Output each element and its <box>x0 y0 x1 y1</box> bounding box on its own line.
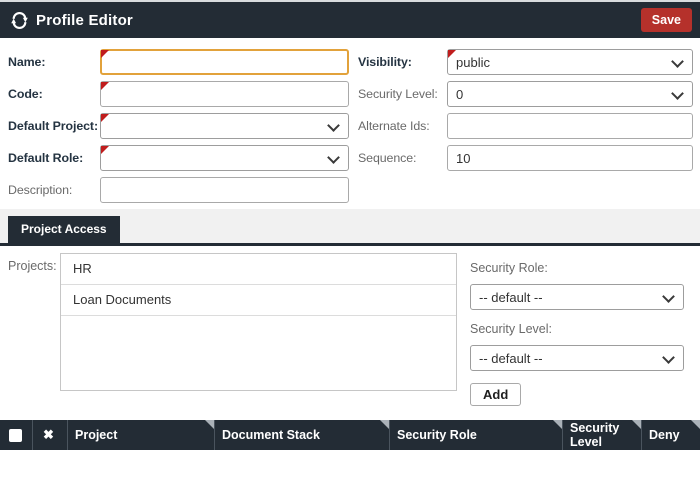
security-level-field: 0 <box>447 81 693 107</box>
name-label: Name: <box>8 55 100 69</box>
chevron-down-icon <box>671 87 684 100</box>
alternate-ids-input[interactable] <box>447 113 693 139</box>
grid-col-select-all <box>0 420 33 450</box>
profile-form: Name: Code: Default Project: Default Role: D… <box>0 38 700 209</box>
profile-editor-window: Profile Editor Save Name: Code: Default Pr… <box>0 0 700 499</box>
grid-col-security-role[interactable]: Security Role <box>390 420 563 450</box>
required-marker <box>101 50 109 58</box>
grid-col-security-level[interactable]: Security Level <box>563 420 642 450</box>
security-level-label: Security Level: <box>470 322 684 336</box>
description-input[interactable] <box>100 177 349 203</box>
name-input[interactable] <box>100 49 349 75</box>
access-controls: Security Role: -- default -- Security Le… <box>470 261 684 406</box>
form-row-name: Name: <box>8 49 349 75</box>
visibility-label: Visibility: <box>358 55 447 69</box>
tab-strip: Project Access <box>0 209 700 246</box>
default-role-field <box>100 145 349 171</box>
security-level-label: Security Level: <box>358 87 447 101</box>
code-field <box>100 81 349 107</box>
sort-filter-icon <box>380 420 389 429</box>
projects-list[interactable]: HRLoan Documents <box>60 253 457 391</box>
code-input[interactable] <box>100 81 349 107</box>
visibility-field: public <box>447 49 693 75</box>
chevron-down-icon <box>662 290 675 303</box>
app-header: Profile Editor Save <box>0 0 700 38</box>
deny-header-label: Deny <box>649 428 680 442</box>
required-marker <box>101 82 109 90</box>
default-project-label: Default Project: <box>8 119 100 133</box>
security-level-value: 0 <box>456 87 463 102</box>
chevron-down-icon <box>327 151 340 164</box>
sort-filter-icon <box>632 420 641 429</box>
sequence-input[interactable] <box>447 145 693 171</box>
required-marker <box>448 50 456 58</box>
form-row-default-role: Default Role: <box>8 145 349 171</box>
form-row-sequence: Sequence: <box>358 145 693 171</box>
delete-icon[interactable]: ✖ <box>43 427 54 443</box>
grid-col-delete: ✖ <box>33 420 68 450</box>
tab-project-access[interactable]: Project Access <box>8 216 120 243</box>
security-role-select[interactable]: -- default -- <box>470 284 684 310</box>
grid-header: ✖ Project Document Stack Security Role Secur… <box>0 420 700 450</box>
grid-col-deny[interactable]: Deny <box>642 420 700 450</box>
form-row-code: Code: <box>8 81 349 107</box>
security-role-label: Security Role: <box>470 261 684 275</box>
form-row-alternate-ids: Alternate Ids: <box>358 113 693 139</box>
default-project-field <box>100 113 349 139</box>
project-access-panel: Projects: HRLoan Documents Security Role… <box>0 246 700 420</box>
required-marker <box>101 114 109 122</box>
default-role-select[interactable] <box>100 145 349 171</box>
name-field <box>100 49 349 75</box>
code-label: Code: <box>8 87 100 101</box>
sequence-field <box>447 145 693 171</box>
chevron-down-icon <box>327 119 340 132</box>
alternate-ids-field <box>447 113 693 139</box>
visibility-value: public <box>456 55 490 70</box>
grid-col-document-stack[interactable]: Document Stack <box>215 420 390 450</box>
form-row-visibility: Visibility: public <box>358 49 693 75</box>
visibility-select[interactable]: public <box>447 49 693 75</box>
security-role-value: -- default -- <box>479 290 543 305</box>
sort-filter-icon <box>553 420 562 429</box>
security-level-header-label: Security Level <box>570 421 641 449</box>
chevron-down-icon <box>671 55 684 68</box>
select-all-checkbox[interactable] <box>9 429 22 442</box>
default-project-select[interactable] <box>100 113 349 139</box>
form-row-description: Description: <box>8 177 349 203</box>
project-header-label: Project <box>75 428 117 442</box>
document-stack-header-label: Document Stack <box>222 428 320 442</box>
form-column-left: Name: Code: Default Project: Default Role: D… <box>8 49 349 209</box>
sort-filter-icon <box>205 420 214 429</box>
required-marker <box>101 146 109 154</box>
form-row-security-level: Security Level: 0 <box>358 81 693 107</box>
security-level-select[interactable]: 0 <box>447 81 693 107</box>
refresh-icon[interactable] <box>11 12 28 29</box>
sequence-label: Sequence: <box>358 151 447 165</box>
description-field <box>100 177 349 203</box>
security-level-value: -- default -- <box>479 351 543 366</box>
alternate-ids-label: Alternate Ids: <box>358 119 447 133</box>
chevron-down-icon <box>662 351 675 364</box>
project-list-item[interactable]: Loan Documents <box>61 285 456 316</box>
add-button[interactable]: Add <box>470 383 521 406</box>
security-level-select[interactable]: -- default -- <box>470 345 684 371</box>
sort-filter-icon <box>691 420 700 429</box>
projects-label: Projects: <box>8 259 57 273</box>
default-role-label: Default Role: <box>8 151 100 165</box>
page-title: Profile Editor <box>36 12 133 29</box>
security-role-header-label: Security Role <box>397 428 477 442</box>
form-row-default-project: Default Project: <box>8 113 349 139</box>
save-button[interactable]: Save <box>641 8 692 32</box>
grid-col-project[interactable]: Project <box>68 420 215 450</box>
description-label: Description: <box>8 183 100 197</box>
form-column-right: Visibility: public Security Level: 0 Alterna… <box>358 49 693 209</box>
project-list-item[interactable]: HR <box>61 254 456 285</box>
